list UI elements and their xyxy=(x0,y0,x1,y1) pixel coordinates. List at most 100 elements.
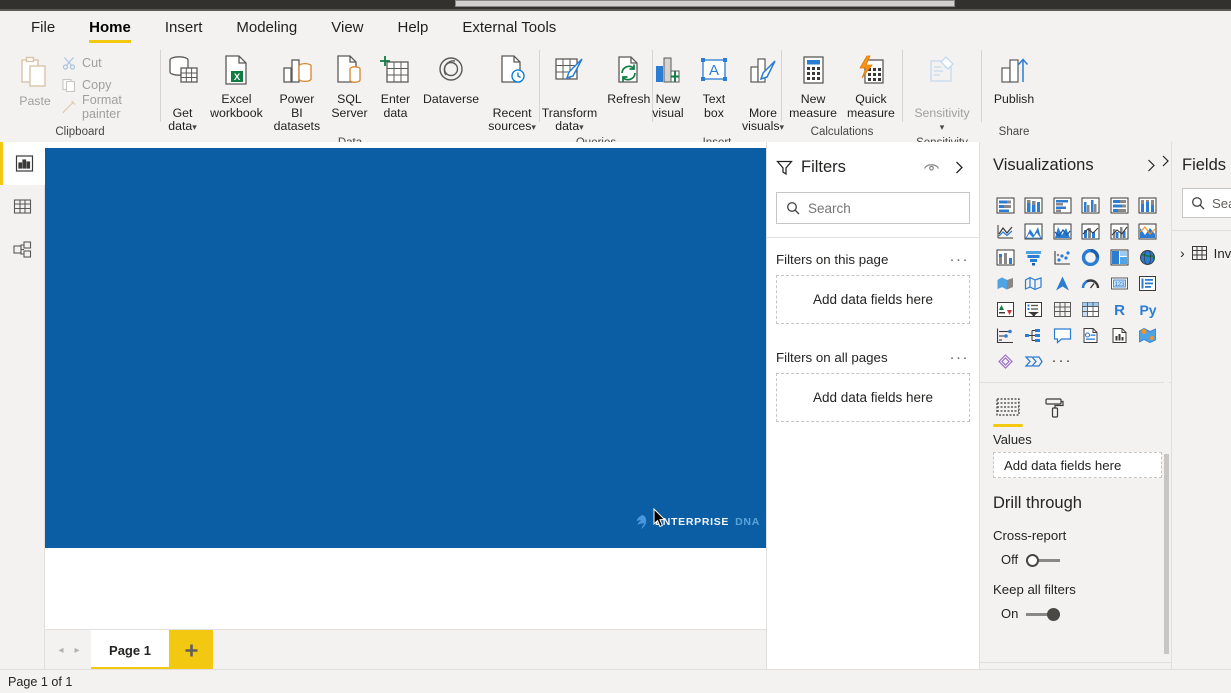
rail-item-data-view[interactable] xyxy=(0,185,45,228)
power-bi-datasets-button[interactable]: Power BI datasets xyxy=(267,48,326,136)
visual-clustered-column-chart[interactable] xyxy=(1078,194,1104,216)
page-next-arrow[interactable]: ▸ xyxy=(69,630,85,670)
visual-treemap-chart[interactable] xyxy=(1106,246,1132,268)
format-tab[interactable] xyxy=(1039,393,1069,423)
filters-search-box[interactable] xyxy=(776,192,970,224)
ribbon-group-label-calculations: Calculations xyxy=(810,126,874,138)
visual-stacked-area-chart[interactable] xyxy=(1049,220,1075,242)
visual-100-stacked-column-chart[interactable] xyxy=(1135,194,1161,216)
keep-all-filters-toggle[interactable] xyxy=(1026,607,1061,621)
filters-search-input[interactable] xyxy=(808,200,960,216)
values-bucket-label: Values xyxy=(993,432,1032,447)
report-canvas[interactable]: ENTERPRISE DNA xyxy=(45,148,766,548)
filters-on-this-page-menu[interactable]: ··· xyxy=(950,252,970,267)
visual-scatter-chart[interactable] xyxy=(1049,246,1075,268)
fields-expand-chevron-right-icon[interactable] xyxy=(1159,154,1172,168)
ribbon-group-clipboard: Paste Cut Copy Format painter Clipboard xyxy=(0,44,160,142)
visualizations-scroll-thumb[interactable] xyxy=(1164,454,1169,654)
filters-page-dropwell[interactable]: Add data fields here xyxy=(776,275,970,324)
sensitivity-button[interactable]: Sensitivity ▾ xyxy=(909,48,974,137)
visual-shape-map-chart[interactable] xyxy=(1021,272,1047,294)
transform-data-button[interactable]: Transform data▾ xyxy=(537,48,603,137)
hide-filters-icon[interactable] xyxy=(921,157,941,177)
visual-line-chart[interactable] xyxy=(992,220,1018,242)
visual-ribbon-chart[interactable] xyxy=(992,246,1018,268)
visual-multi-row-card[interactable] xyxy=(1135,272,1161,294)
visual-paginated-report[interactable] xyxy=(1106,324,1132,346)
visual-slicer[interactable] xyxy=(1021,298,1047,320)
visual-power-apps[interactable] xyxy=(992,350,1018,372)
visual-arcgis-maps[interactable] xyxy=(1135,324,1161,346)
visual-decomposition-tree[interactable] xyxy=(1021,324,1047,346)
visual-table[interactable] xyxy=(1049,298,1075,320)
filters-on-all-pages-menu[interactable]: ··· xyxy=(950,350,970,365)
format-painter-icon xyxy=(62,100,76,114)
get-data-button[interactable]: Get data▾ xyxy=(160,48,206,137)
ribbon-tab-view[interactable]: View xyxy=(314,11,380,44)
cut-button[interactable]: Cut xyxy=(58,52,154,74)
paste-button[interactable]: Paste xyxy=(12,50,58,111)
filters-allpages-dropwell[interactable]: Add data fields here xyxy=(776,373,970,422)
visual-smart-narrative[interactable] xyxy=(1078,324,1104,346)
filter-funnel-icon xyxy=(776,159,793,176)
page-prev-arrow[interactable]: ◂ xyxy=(53,630,69,670)
visual-card[interactable]: 123 xyxy=(1106,272,1132,294)
visual-100-stacked-bar-chart[interactable] xyxy=(1106,194,1132,216)
visual-azure-map-chart[interactable] xyxy=(1049,272,1075,294)
visual-pie-chart[interactable] xyxy=(1078,246,1104,268)
cross-report-toggle[interactable] xyxy=(1026,553,1061,567)
visual-qna[interactable] xyxy=(1049,324,1075,346)
visual-property-tabs xyxy=(980,383,1171,427)
recent-sources-button[interactable]: Recent sources▾ xyxy=(484,48,541,137)
rail-item-report-view[interactable] xyxy=(0,142,45,185)
visual-funnel-chart[interactable] xyxy=(1021,246,1047,268)
visual-python-script[interactable]: Py xyxy=(1135,298,1161,320)
visual-line-and-stacked-column-chart[interactable] xyxy=(1078,220,1104,242)
visual-line-and-clustered-column-chart[interactable] xyxy=(1106,220,1132,242)
rail-item-model-view[interactable] xyxy=(0,228,45,271)
quick-measure-button[interactable]: Quick measure xyxy=(842,48,900,122)
add-page-button[interactable] xyxy=(169,630,213,670)
ribbon-tab-help[interactable]: Help xyxy=(381,11,446,44)
fields-tab[interactable] xyxy=(993,393,1023,427)
visual-more-options[interactable]: ··· xyxy=(1049,350,1075,372)
visual-filled-map-chart[interactable] xyxy=(992,272,1018,294)
visual-stacked-bar-chart[interactable] xyxy=(992,194,1018,216)
visual-r-script[interactable]: R xyxy=(1106,298,1132,320)
visual-key-influencers[interactable] xyxy=(992,324,1018,346)
new-measure-button[interactable]: New measure xyxy=(784,48,842,122)
visual-area-chart[interactable] xyxy=(1021,220,1047,242)
status-bar-text: Page 1 of 1 xyxy=(8,674,73,689)
values-dropwell[interactable]: Add data fields here xyxy=(993,452,1162,478)
dataverse-button[interactable]: Dataverse xyxy=(418,48,483,109)
visual-power-automate[interactable] xyxy=(1021,350,1047,372)
excel-workbook-button[interactable]: X Excel workbook xyxy=(206,48,268,122)
visual-gauge-chart[interactable] xyxy=(1078,272,1104,294)
text-box-button[interactable]: A Text box xyxy=(691,48,737,122)
new-visual-button[interactable]: New visual xyxy=(645,48,691,122)
fields-table-row[interactable]: › Inv xyxy=(1172,231,1231,261)
ribbon-tab-modeling[interactable]: Modeling xyxy=(219,11,314,44)
ribbon-tab-external-tools[interactable]: External Tools xyxy=(445,11,573,44)
visual-ribbon-chart-alt[interactable] xyxy=(1135,220,1161,242)
visualizations-collapse-chevron-right-icon[interactable] xyxy=(1141,155,1161,175)
publish-button[interactable]: Publish xyxy=(989,48,1039,109)
visualizations-scrollbar[interactable] xyxy=(1164,204,1169,654)
data-view-icon xyxy=(13,197,32,216)
page-tab-page-1[interactable]: Page 1 xyxy=(91,630,169,670)
paste-icon xyxy=(20,52,50,92)
visual-kpi[interactable] xyxy=(992,298,1018,320)
ribbon-tab-home[interactable]: Home xyxy=(72,11,148,44)
ribbon-tab-insert[interactable]: Insert xyxy=(148,11,220,44)
fields-search-box[interactable]: Search xyxy=(1182,188,1231,218)
field-expander-chevron-right-icon[interactable]: › xyxy=(1180,245,1185,261)
visual-matrix[interactable] xyxy=(1078,298,1104,320)
visual-stacked-column-chart[interactable] xyxy=(1021,194,1047,216)
sql-server-button[interactable]: SQL Server xyxy=(326,48,372,122)
visual-map-chart[interactable] xyxy=(1135,246,1161,268)
ribbon-tab-file[interactable]: File xyxy=(14,11,72,44)
enter-data-button[interactable]: Enter data xyxy=(372,48,418,122)
visual-clustered-bar-chart[interactable] xyxy=(1049,194,1075,216)
filters-collapse-chevron-right-icon[interactable] xyxy=(949,157,969,177)
format-painter-button[interactable]: Format painter xyxy=(58,93,154,121)
